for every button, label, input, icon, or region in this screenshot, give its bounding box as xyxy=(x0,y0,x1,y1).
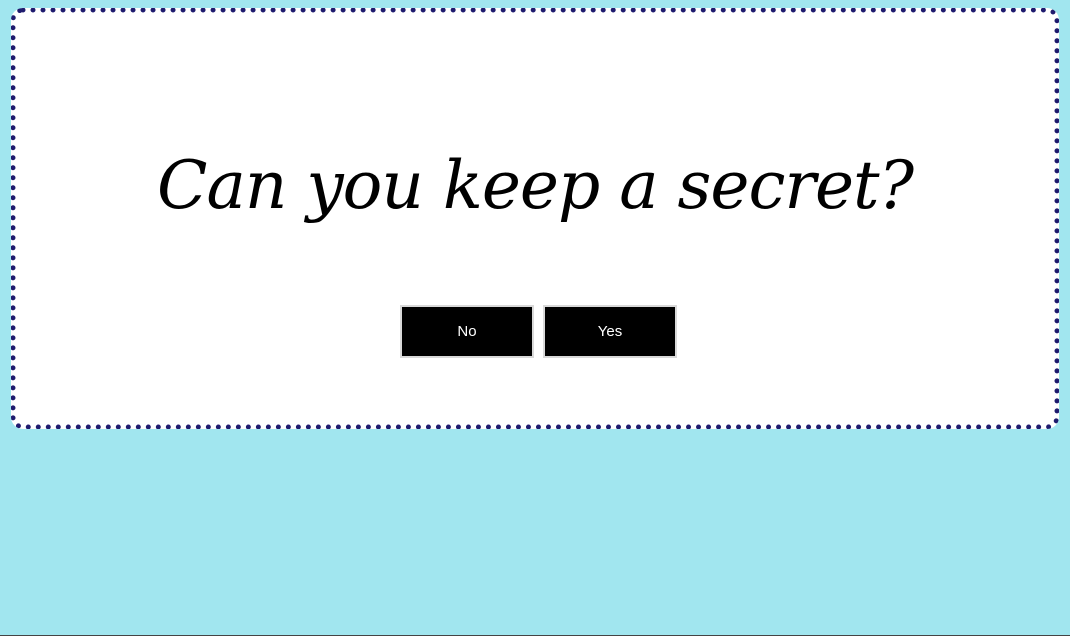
answer-button-group: No Yes xyxy=(400,305,677,358)
yes-button[interactable]: Yes xyxy=(543,305,677,358)
question-heading: Can you keep a secret? xyxy=(157,147,914,224)
question-card: Can you keep a secret? No Yes xyxy=(11,8,1059,429)
no-button[interactable]: No xyxy=(400,305,534,358)
